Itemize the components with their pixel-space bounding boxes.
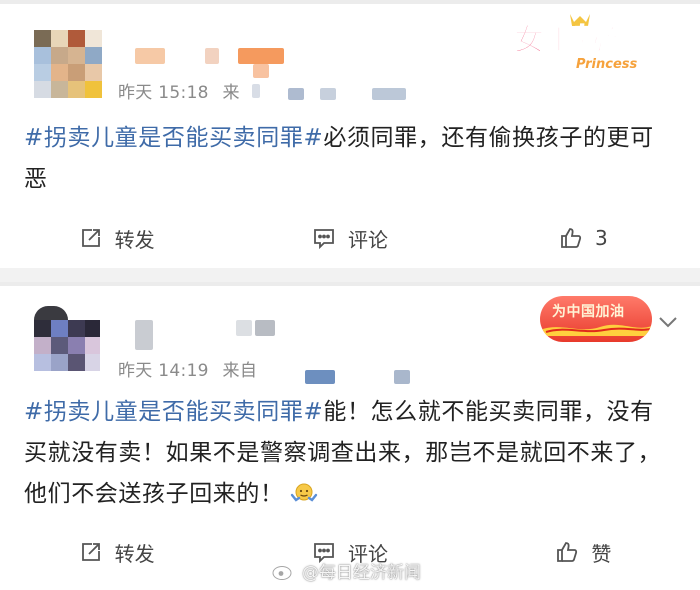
post-meta: 昨天 14:19 来自 xyxy=(118,356,257,381)
post-body: #拐卖儿童是否能买卖同罪#必须同罪，还有偷换孩子的更可恶 xyxy=(24,118,674,200)
username-blurred-3 xyxy=(255,320,275,336)
repost-label: 转发 xyxy=(114,227,155,252)
username-blurred[interactable] xyxy=(135,48,165,64)
comment-label: 评论 xyxy=(347,227,388,252)
post-time: 昨天 15:18 xyxy=(118,83,209,103)
username-blurred-2 xyxy=(205,48,219,64)
avatar[interactable] xyxy=(34,30,102,98)
chevron-down-icon[interactable] xyxy=(658,316,678,328)
like-button[interactable]: 3 xyxy=(467,212,700,264)
avatar[interactable] xyxy=(34,306,100,376)
watermark: @每日经济新闻 xyxy=(272,558,421,583)
post-meta: 昨天 15:18 来 xyxy=(118,78,240,103)
badge-title: 为中国加油 xyxy=(552,304,625,320)
like-label: 赞 xyxy=(591,541,612,566)
watermark-text: @每日经济新闻 xyxy=(302,563,421,583)
card-top-divider xyxy=(0,0,700,4)
weibo-comment-card: 昨天 15:18 来 女王驾到 Princess #拐卖儿童是否能买卖同罪#必须… xyxy=(0,0,700,268)
post-body: #拐卖儿童是否能买卖同罪#能！怎么就不能买卖同罪，没有买就没有卖！如果不是警察调… xyxy=(24,392,674,515)
weibo-comment-card-2: 昨天 14:19 来自 为中国加油 #拐卖儿童是否能买卖同罪#能！怎么就不能买卖… xyxy=(0,282,700,590)
source-blurred-4 xyxy=(372,88,406,100)
topic-hashtag-link[interactable]: #拐卖儿童是否能买卖同罪# xyxy=(24,125,323,151)
thumbs-up-icon xyxy=(557,542,578,562)
card-top-divider xyxy=(0,282,700,286)
princess-badge-icon: 女王驾到 Princess xyxy=(513,14,638,72)
source-blurred-3 xyxy=(320,88,336,100)
repost-label: 转发 xyxy=(114,541,155,566)
repost-button[interactable]: 转发 xyxy=(0,526,233,578)
topic-hashtag-link[interactable]: #拐卖儿童是否能买卖同罪# xyxy=(24,399,323,425)
username-blurred-2 xyxy=(236,320,252,336)
badge-title: 女王驾到 xyxy=(514,23,634,58)
action-bar: 转发 评论 3 xyxy=(0,212,700,264)
wave-decoration xyxy=(540,324,652,336)
shrug-emoji-icon xyxy=(290,483,317,502)
username-blurred[interactable] xyxy=(135,320,153,350)
comment-button[interactable]: 评论 xyxy=(233,212,466,264)
username-blurred-4 xyxy=(253,64,269,78)
weibo-logo-icon xyxy=(272,562,295,580)
comment-icon xyxy=(314,229,334,250)
source-blurred-2 xyxy=(394,370,410,384)
badge-subtitle: Princess xyxy=(576,57,638,72)
post-time: 昨天 14:19 xyxy=(118,361,209,381)
like-button[interactable]: 赞 xyxy=(467,526,700,578)
username-blurred-3 xyxy=(238,48,284,64)
repost-icon xyxy=(81,543,100,561)
post-source: 来自 xyxy=(222,361,258,381)
source-blurred xyxy=(252,84,260,98)
source-blurred-2 xyxy=(288,88,304,100)
source-blurred xyxy=(305,370,335,384)
repost-button[interactable]: 转发 xyxy=(0,212,233,264)
repost-icon xyxy=(81,229,100,247)
thumbs-up-icon xyxy=(561,228,582,248)
cheer-badge-icon: 为中国加油 xyxy=(540,296,652,342)
post-source: 来 xyxy=(222,83,240,103)
like-count: 3 xyxy=(594,226,608,250)
